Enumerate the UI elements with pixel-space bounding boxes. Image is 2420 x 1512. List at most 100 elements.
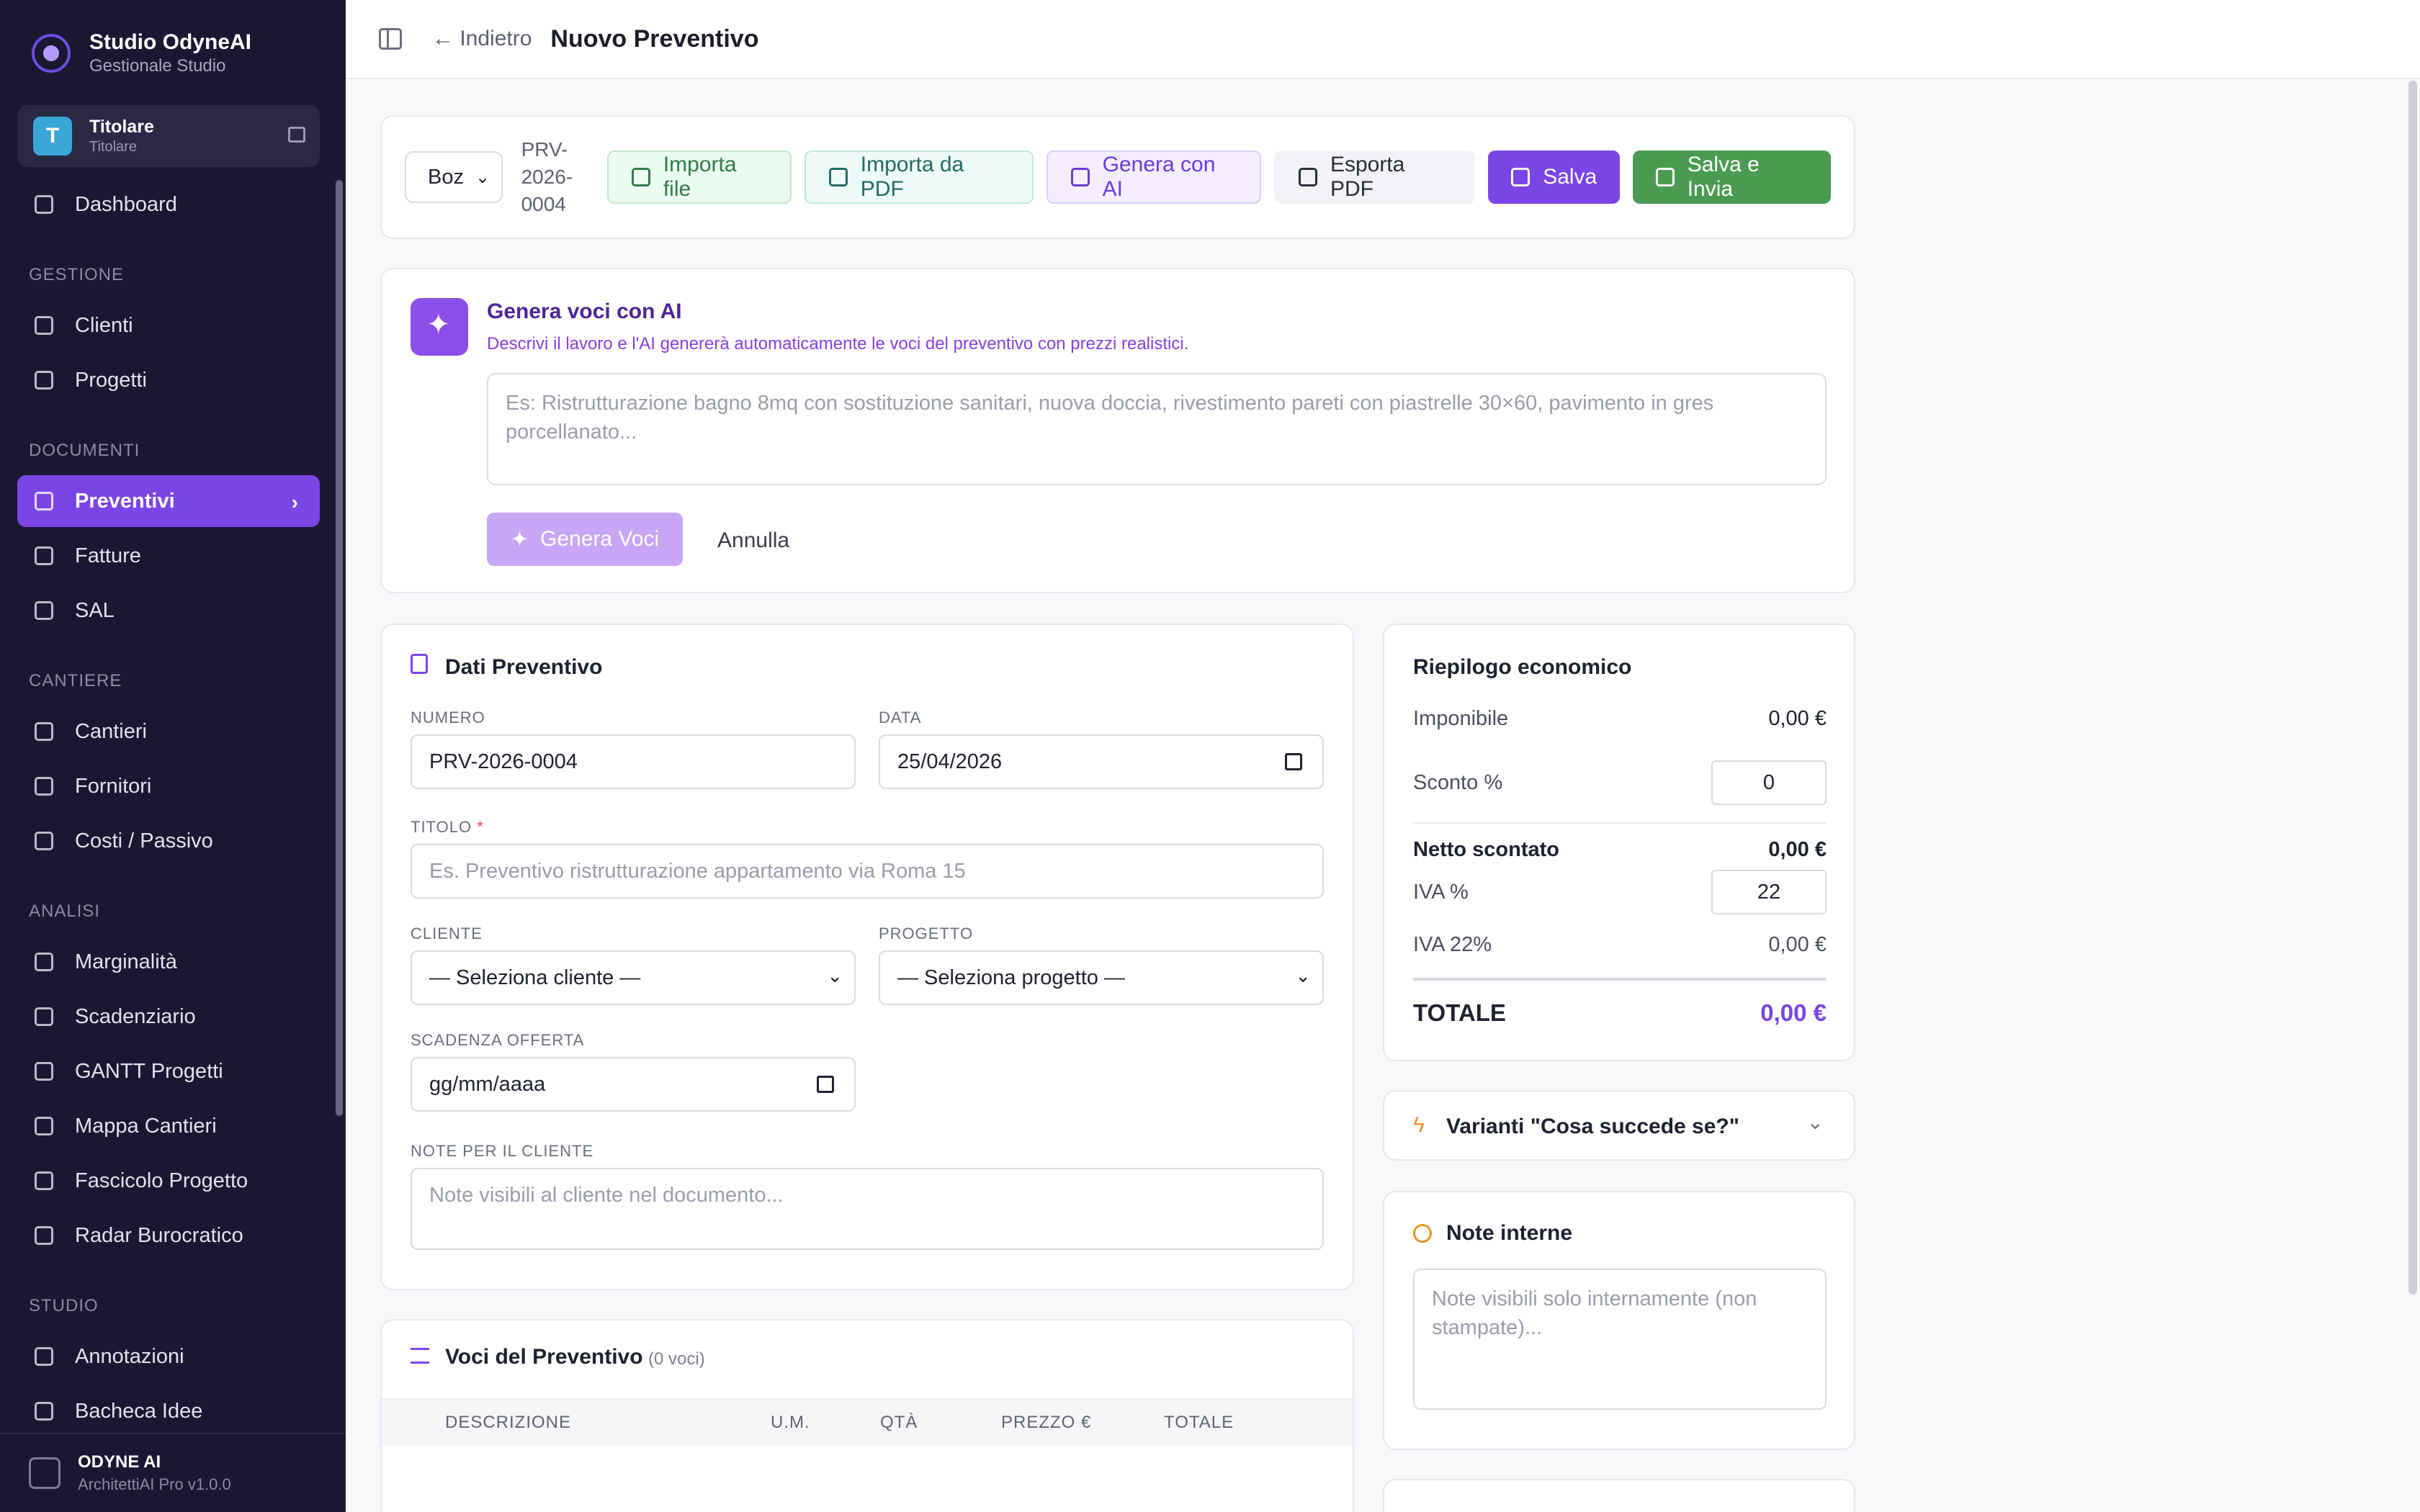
discount-input[interactable]: 0 [1711, 760, 1827, 805]
expiry-date-field[interactable]: gg/mm/aaaa [411, 1057, 856, 1112]
import-file-button[interactable]: Importa file [607, 150, 792, 204]
bolt-icon [829, 168, 848, 186]
date-value: 25/04/2026 [897, 750, 1003, 773]
variants-panel[interactable]: ϟ Varianti "Cosa succede se?" ⌄ [1383, 1090, 1855, 1161]
status-select-value: Boz [428, 165, 464, 189]
nav-section-gestione: GESTIONE [29, 265, 125, 284]
quote-items-card: Voci del Preventivo (0 voci) DESCRIZIONE… [380, 1319, 1354, 1512]
floppy-icon [1511, 168, 1531, 186]
required-marker: * [477, 818, 484, 836]
vat-rate-input[interactable]: 22 [1711, 870, 1827, 914]
sidebar-item-mappa[interactable]: Mappa Cantieri [17, 1100, 320, 1152]
title-input[interactable]: Es. Preventivo ristrutturazione appartam… [411, 844, 1324, 899]
col-quantity: QTÀ [880, 1413, 918, 1432]
sidebar: Studio OdyneAI Gestionale Studio T Titol… [0, 0, 346, 1512]
client-notes-input[interactable]: Note visibili al cliente nel documento..… [411, 1168, 1324, 1250]
sidebar-item-cantieri[interactable]: Cantieri [17, 706, 320, 757]
chevron-down-icon: ⌄ [1295, 965, 1311, 986]
sidebar-item-fascicolo[interactable]: Fascicolo Progetto [17, 1155, 320, 1207]
sidebar-item-radar[interactable]: Radar Burocratico [17, 1210, 320, 1261]
save-and-send-label: Salva e Invia [1687, 153, 1760, 201]
sidebar-item-label: Cantieri [75, 719, 147, 743]
sidebar-item-annotazioni[interactable]: Annotazioni [17, 1331, 320, 1382]
sidebar-item-fatture[interactable]: Fatture [17, 530, 320, 582]
sidebar-item-label: Dashboard [75, 192, 177, 216]
receipt-icon [35, 546, 53, 565]
project-select[interactable]: — Seleziona progetto — ⌄ [879, 950, 1324, 1005]
taxable-row: Imponibile 0,00 € [1413, 707, 1827, 731]
sidebar-item-marginalita[interactable]: Marginalità [17, 936, 320, 988]
summary-title: Riepilogo economico [1413, 655, 1632, 679]
page-title: Nuovo Preventivo [550, 24, 759, 53]
save-and-send-button[interactable]: Salva e Invia [1633, 150, 1832, 204]
sidebar-scrollbar[interactable] [336, 180, 343, 1116]
save-button[interactable]: Salva [1488, 150, 1621, 204]
sidebar-item-gantt[interactable]: GANTT Progetti [17, 1045, 320, 1097]
client-label: CLIENTE [411, 924, 483, 942]
sidebar-item-dashboard[interactable]: Dashboard [17, 179, 320, 230]
sidebar-item-sal[interactable]: SAL [17, 585, 320, 636]
sidebar-item-bacheca[interactable]: Bacheca Idee [17, 1385, 320, 1437]
import-pdf-button[interactable]: Importa da PDF [805, 150, 1034, 204]
discount-row: Sconto % 0 [1413, 760, 1827, 805]
sidebar-toggle-icon[interactable] [379, 28, 402, 50]
sidebar-item-scadenziario[interactable]: Scadenziario [17, 991, 320, 1043]
sidebar-item-label: Radar Burocratico [75, 1223, 243, 1247]
items-title: Voci del Preventivo [445, 1345, 643, 1369]
lightbulb-icon [35, 1402, 53, 1421]
logout-icon[interactable] [288, 127, 305, 143]
sidebar-item-costi[interactable]: Costi / Passivo [17, 815, 320, 867]
expiry-label: SCADENZA OFFERTA [411, 1031, 585, 1049]
net-value: 0,00 € [1768, 838, 1827, 861]
main-scrollbar[interactable] [2408, 81, 2417, 1295]
next-card [1383, 1479, 1855, 1512]
generate-ai-button[interactable]: Genera con AI [1047, 150, 1262, 204]
sidebar-item-progetti[interactable]: Progetti [17, 354, 320, 406]
section-title: Dati Preventivo [445, 655, 603, 679]
internal-notes-input[interactable]: Note visibili solo internamente (non sta… [1413, 1269, 1827, 1410]
trend-down-icon [35, 832, 53, 850]
items-table-header: DESCRIZIONE U.M. QTÀ PREZZO € TOTALE [382, 1398, 1353, 1446]
sidebar-item-label: Annotazioni [75, 1344, 184, 1368]
user-card[interactable]: T Titolare Titolare [17, 105, 320, 167]
vat-row: IVA 22% 0,00 € [1413, 933, 1827, 957]
calendar-icon[interactable] [817, 1076, 834, 1093]
number-field[interactable]: PRV-2026-0004 [411, 734, 856, 789]
divider [1413, 822, 1827, 824]
status-select[interactable]: Boz ⌄ [405, 151, 503, 203]
client-select[interactable]: — Seleziona cliente — ⌄ [411, 950, 856, 1005]
chevron-down-icon: ⌄ [475, 167, 490, 187]
save-label: Salva [1543, 165, 1597, 189]
export-pdf-button[interactable]: Esporta PDF [1274, 150, 1476, 204]
number-label: NUMERO [411, 708, 485, 726]
chevron-down-icon[interactable]: ⌄ [1807, 1110, 1824, 1134]
sidebar-item-fornitori[interactable]: Fornitori [17, 760, 320, 812]
total-value: 0,00 € [1760, 999, 1827, 1026]
bolt-icon: ϟ [1413, 1113, 1425, 1137]
sidebar-item-clienti[interactable]: Clienti [17, 300, 320, 351]
avatar: T [33, 117, 72, 156]
brand[interactable]: Studio OdyneAI Gestionale Studio [32, 30, 251, 76]
sidebar-item-label: SAL [75, 598, 115, 622]
project-select-value: — Seleziona progetto — [897, 966, 1125, 989]
sidebar-item-label: Progetti [75, 368, 147, 392]
ai-description-input[interactable]: Es: Ristrutturazione bagno 8mq con sosti… [487, 373, 1827, 485]
col-unit: U.M. [771, 1413, 810, 1432]
back-link[interactable]: ← Indietro [432, 27, 532, 51]
sidebar-item-label: Fascicolo Progetto [75, 1169, 248, 1192]
list-icon [411, 1348, 429, 1364]
number-value: PRV-2026-0004 [429, 750, 578, 773]
upload-icon [632, 168, 650, 186]
vat-rate-row: IVA % 22 [1413, 870, 1827, 914]
date-field[interactable]: 25/04/2026 [879, 734, 1324, 789]
sidebar-item-label: Fatture [75, 544, 141, 567]
net-label: Netto scontato [1413, 838, 1559, 861]
vat-rate-label: IVA % [1413, 881, 1469, 904]
sidebar-item-preventivi[interactable]: Preventivi › [17, 475, 320, 527]
footer-version: ArchitettiAI Pro v1.0.0 [78, 1475, 231, 1493]
calendar-icon[interactable] [1285, 753, 1302, 770]
generate-items-button[interactable]: ✦ Genera Voci [487, 513, 683, 566]
total-label: TOTALE [1413, 999, 1506, 1026]
document-code: PRV-2026-0004 [521, 138, 573, 215]
cancel-button[interactable]: Annulla [717, 528, 789, 553]
